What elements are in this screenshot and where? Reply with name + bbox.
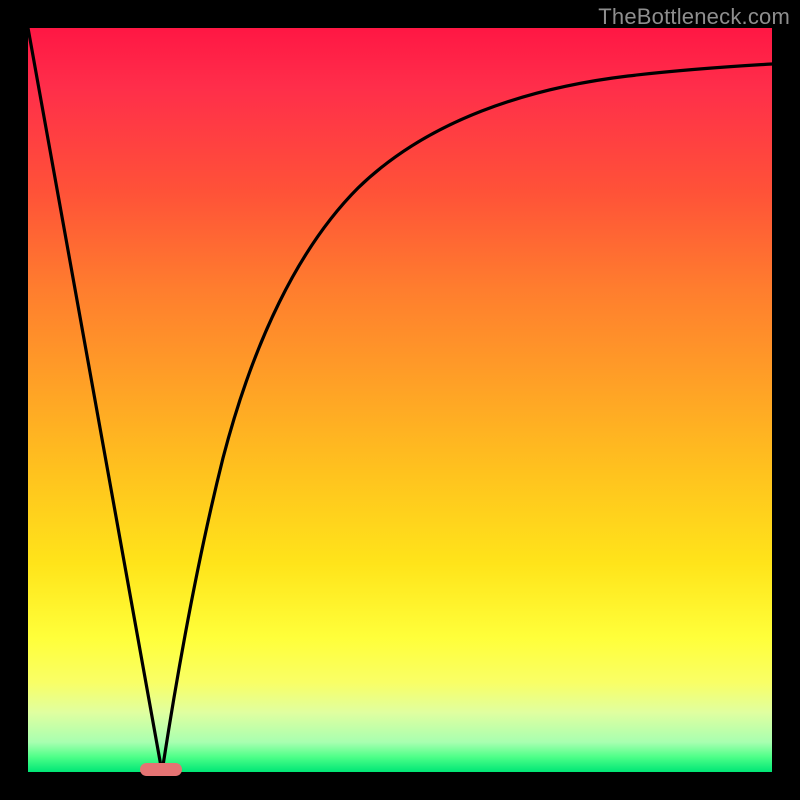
curve-right-asymptote <box>162 64 772 772</box>
plot-area <box>28 28 772 772</box>
optimal-range-marker <box>140 763 182 776</box>
curve-left-descent <box>28 28 162 772</box>
chart-container: TheBottleneck.com <box>0 0 800 800</box>
watermark-text: TheBottleneck.com <box>598 4 790 30</box>
chart-curves <box>28 28 772 772</box>
